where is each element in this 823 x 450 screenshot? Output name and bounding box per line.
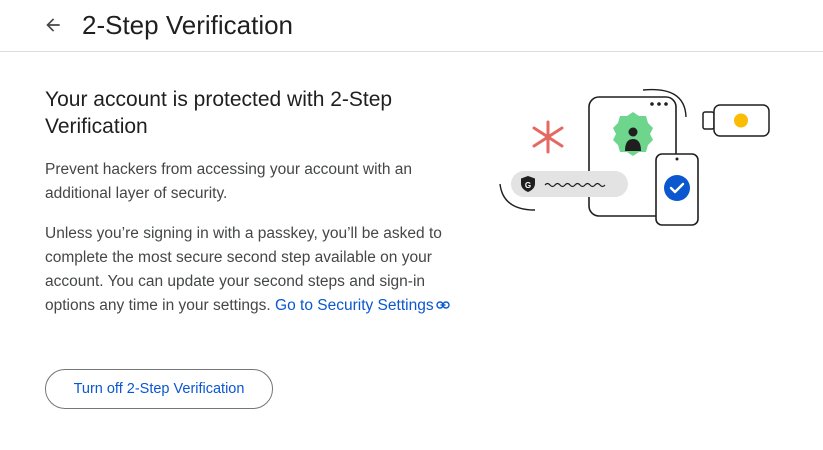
asterisk-icon xyxy=(532,120,564,154)
security-key-icon xyxy=(702,104,770,137)
security-illustration: G xyxy=(499,88,770,226)
back-button[interactable] xyxy=(36,10,70,40)
section-heading: Your account is protected with 2-Step Ve… xyxy=(45,88,393,138)
description-paragraph-2: Unless you’re signing in with a passkey,… xyxy=(45,222,455,318)
page-header: 2-Step Verification xyxy=(0,0,823,52)
main-content: Your account is protected with 2-Step Ve… xyxy=(45,86,455,318)
page-title: 2-Step Verification xyxy=(82,10,294,40)
google-badge-letter: G xyxy=(525,181,531,190)
description-paragraph-1: Prevent hackers from accessing your acco… xyxy=(45,161,413,202)
turn-off-2sv-button[interactable]: Turn off 2-Step Verification xyxy=(45,369,273,409)
security-settings-link-label: Go to Security Settings xyxy=(275,297,434,314)
checkmark-icon xyxy=(664,175,690,201)
link-icon xyxy=(435,301,450,309)
arrow-back-icon xyxy=(46,18,60,32)
security-settings-link[interactable]: Go to Security Settings xyxy=(275,297,450,314)
